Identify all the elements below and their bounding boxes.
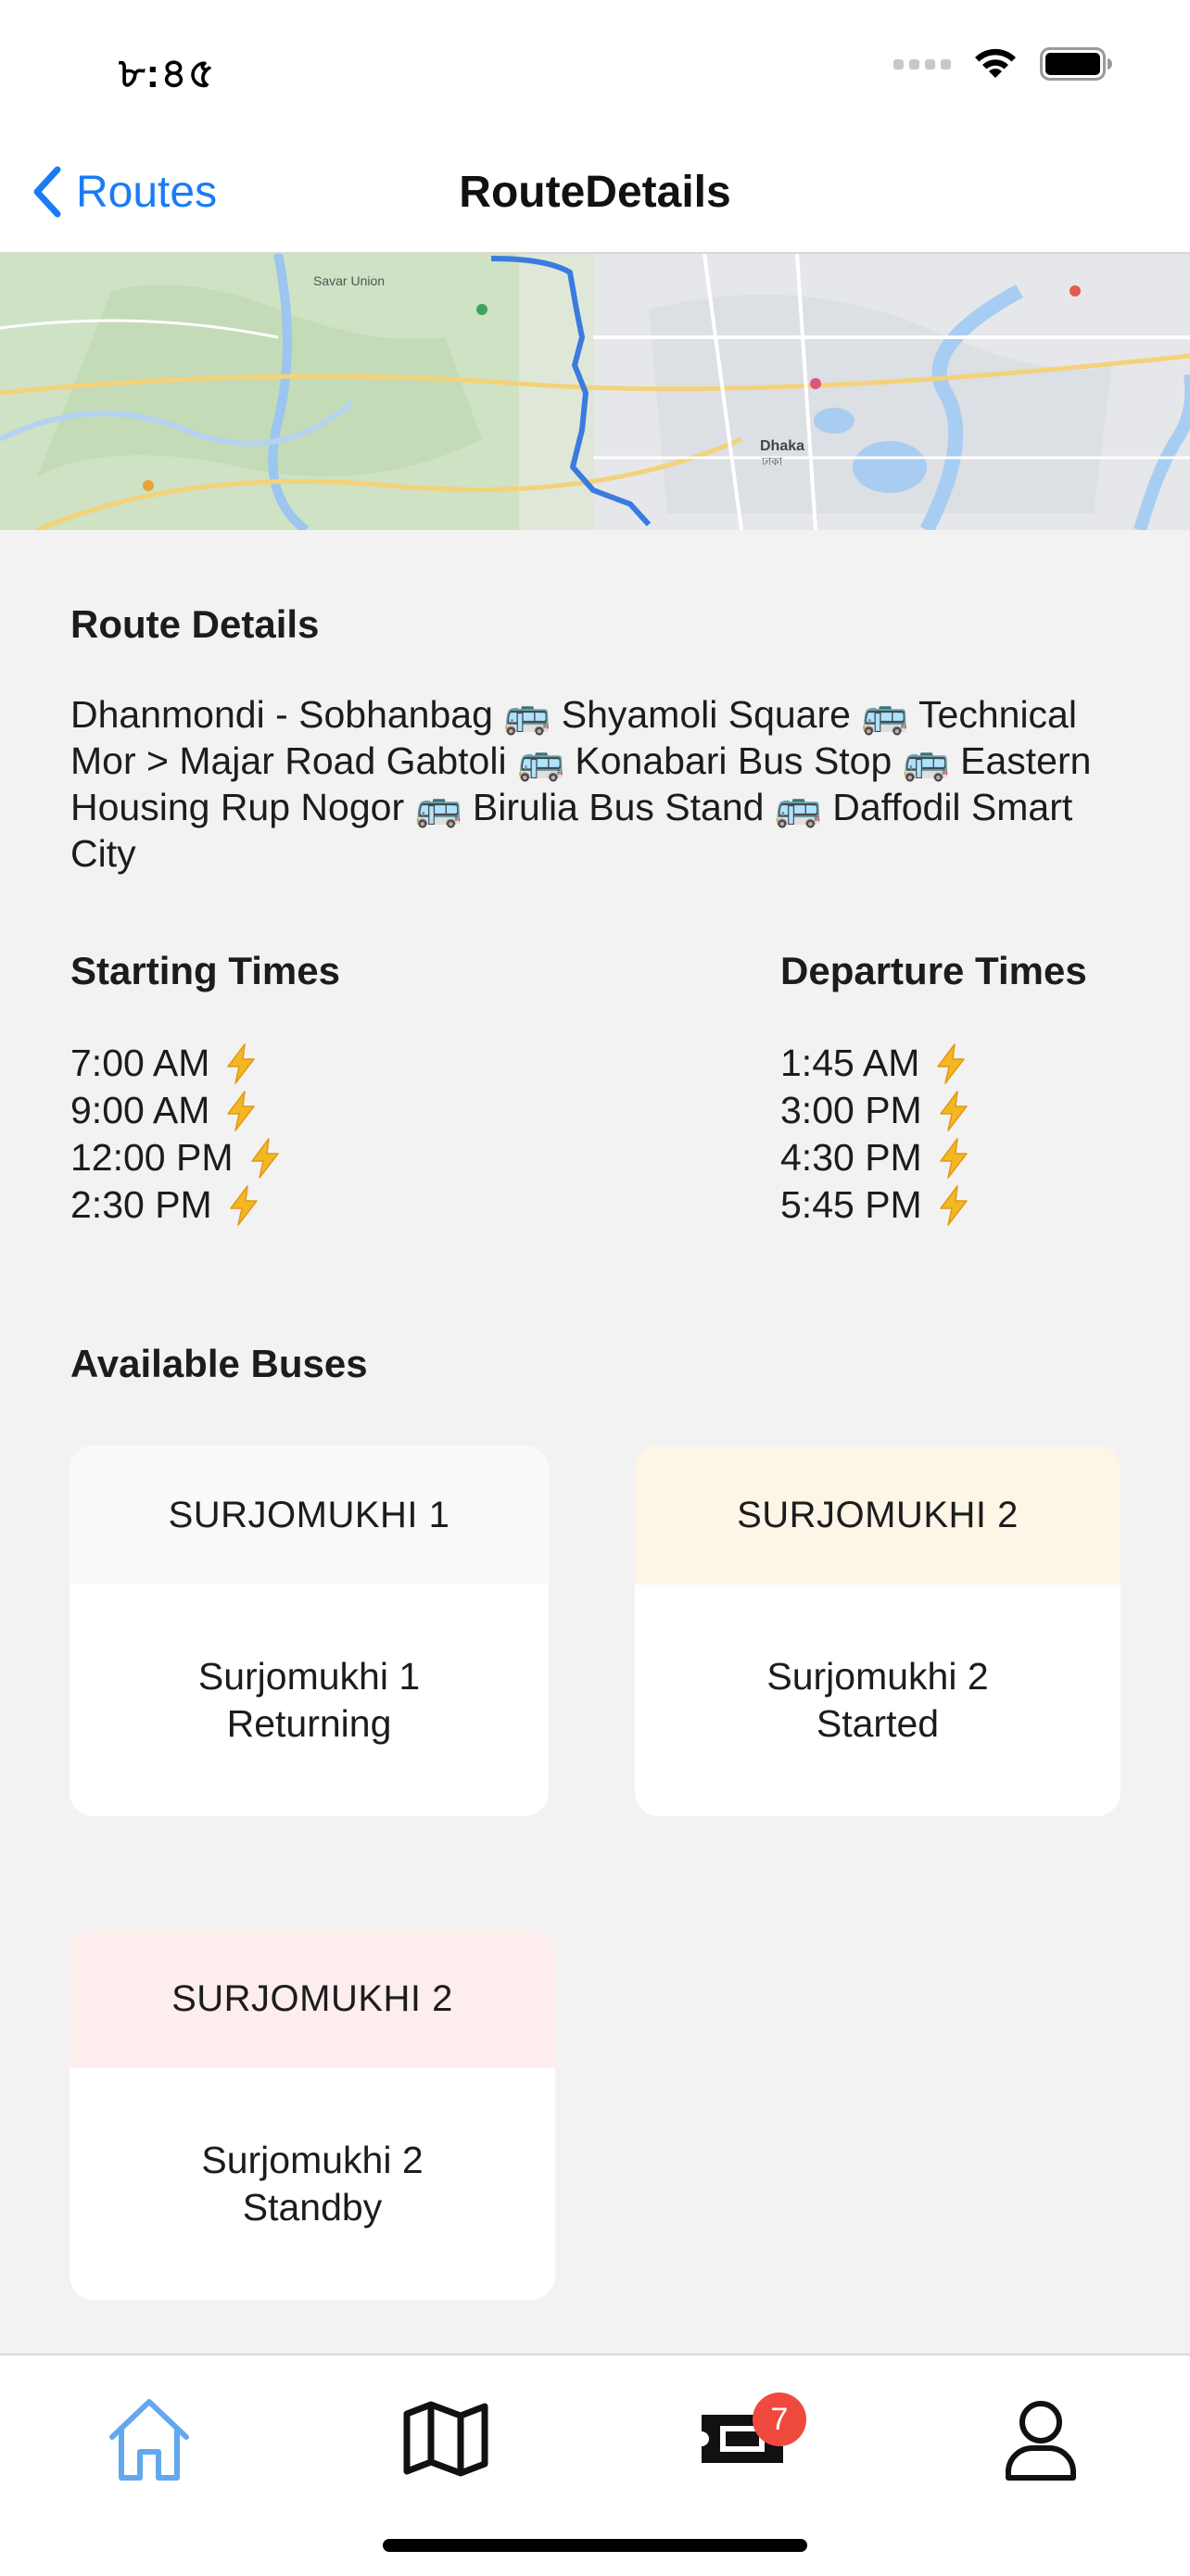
- lightning-icon: [939, 1090, 968, 1131]
- map-graphic: Savar Union Dhaka ঢাকা: [0, 254, 1190, 530]
- time-item: 5:45 PM: [780, 1181, 972, 1229]
- time-item: 7:00 AM: [70, 1040, 284, 1087]
- map-label: Dhaka: [760, 438, 804, 454]
- time-item: 2:30 PM: [70, 1181, 284, 1229]
- starting-times-heading: Starting Times: [70, 949, 340, 992]
- bus-card[interactable]: SURJOMUKHI 1 Surjomukhi 1 Returning: [70, 1446, 549, 1816]
- starting-times-list: 7:00 AM 9:00 AM 12:00 PM 2:30 PM: [70, 1040, 284, 1229]
- route-map[interactable]: Savar Union Dhaka ঢাকা: [0, 254, 1190, 530]
- time-text: 9:00 AM: [70, 1089, 210, 1131]
- map-icon: [403, 2401, 488, 2477]
- bus-card-body: Surjomukhi 2 Started: [635, 1585, 1120, 1816]
- time-text: 7:00 AM: [70, 1042, 210, 1084]
- bus-card[interactable]: SURJOMUKHI 2 Surjomukhi 2 Started: [635, 1446, 1120, 1816]
- bus-name: Surjomukhi 2: [201, 2139, 424, 2181]
- page-title: RouteDetails: [459, 168, 731, 217]
- bus-name: Surjomukhi 2: [766, 1655, 989, 1698]
- wifi-icon: [975, 48, 1016, 78]
- lightning-icon: [227, 1042, 256, 1084]
- navigation-bar: Routes RouteDetails: [0, 139, 1190, 254]
- status-bar: ৮:৪৫: [0, 0, 1190, 139]
- battery-icon: [1040, 47, 1112, 81]
- cellular-signal-icon: [893, 58, 951, 69]
- bus-name: Surjomukhi 1: [197, 1655, 421, 1698]
- time-text: 1:45 AM: [780, 1042, 920, 1084]
- tab-map[interactable]: [386, 2383, 506, 2494]
- time-item: 1:45 AM: [780, 1040, 972, 1087]
- status-time: ৮:৪৫: [119, 51, 216, 96]
- lightning-icon: [229, 1184, 258, 1226]
- time-text: 3:00 PM: [780, 1089, 922, 1131]
- time-text: 5:45 PM: [780, 1183, 922, 1226]
- bus-status: Standby: [242, 2186, 383, 2229]
- map-label: ঢাকা: [761, 455, 783, 468]
- route-details-heading: Route Details: [70, 602, 320, 646]
- lightning-icon: [939, 1184, 968, 1226]
- bus-status: Returning: [226, 1702, 392, 1745]
- home-indicator: [383, 2539, 807, 2552]
- user-icon: [1006, 2401, 1076, 2481]
- bus-card-header: SURJOMUKHI 2: [70, 1929, 555, 2068]
- bus-card-header: SURJOMUKHI 1: [70, 1446, 549, 1585]
- bus-card[interactable]: SURJOMUKHI 2 Surjomukhi 2 Standby: [70, 1929, 555, 2300]
- available-buses-heading: Available Buses: [70, 1342, 368, 1385]
- departure-times-list: 1:45 AM 3:00 PM 4:30 PM 5:45 PM: [780, 1040, 972, 1229]
- tab-home[interactable]: [89, 2383, 209, 2494]
- bus-status: Started: [816, 1702, 940, 1745]
- bus-card-header: SURJOMUKHI 2: [635, 1446, 1120, 1585]
- time-text: 12:00 PM: [70, 1136, 234, 1179]
- lightning-icon: [250, 1137, 279, 1179]
- bus-card-body: Surjomukhi 1 Returning: [70, 1585, 549, 1816]
- lightning-icon: [937, 1042, 966, 1084]
- time-text: 4:30 PM: [780, 1136, 922, 1179]
- departure-times-heading: Departure Times: [780, 949, 1087, 992]
- time-item: 9:00 AM: [70, 1087, 284, 1134]
- tab-tickets[interactable]: 7: [682, 2383, 806, 2494]
- bus-card-body: Surjomukhi 2 Standby: [70, 2068, 555, 2300]
- time-item: 3:00 PM: [780, 1087, 972, 1134]
- lightning-icon: [227, 1090, 256, 1131]
- notification-badge: 7: [753, 2393, 806, 2446]
- route-description: Dhanmondi - Sobhanbag 🚌 Shyamoli Square …: [70, 693, 1092, 875]
- time-item: 4:30 PM: [780, 1134, 972, 1181]
- status-icons: [893, 46, 1114, 82]
- map-label: Savar Union: [313, 273, 385, 288]
- time-text: 2:30 PM: [70, 1183, 212, 1226]
- tab-profile[interactable]: [981, 2383, 1101, 2494]
- time-item: 12:00 PM: [70, 1134, 284, 1181]
- home-icon: [109, 2399, 189, 2481]
- lightning-icon: [939, 1137, 968, 1179]
